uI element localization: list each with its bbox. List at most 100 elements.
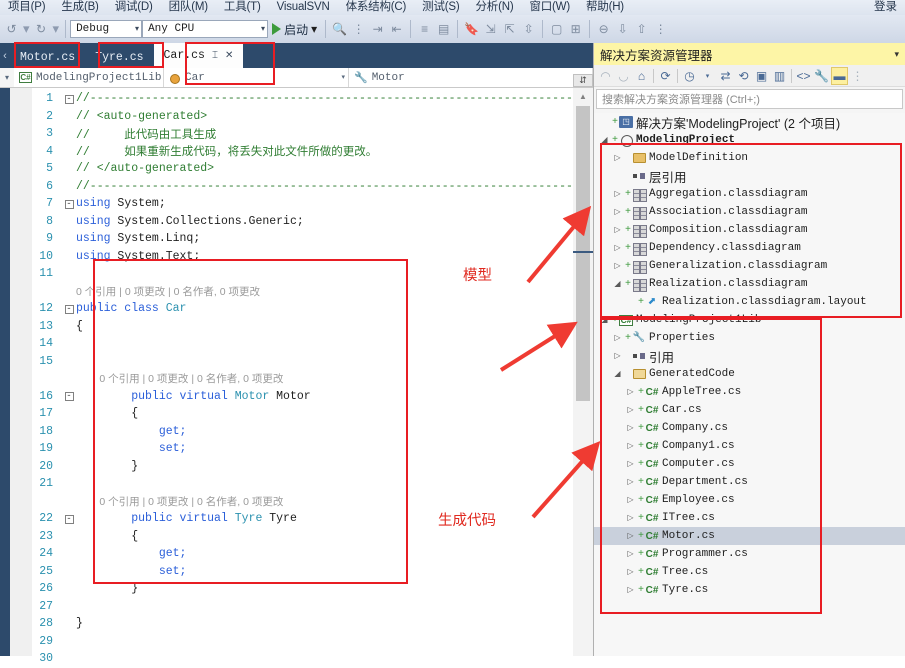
tree-node[interactable]: ◢ + Realization.classdiagram — [594, 275, 905, 293]
tree-node[interactable]: ▷ + 🔧 Properties — [594, 329, 905, 347]
expand-collapse-icon-open[interactable]: ◢ — [611, 279, 624, 289]
expand-collapse-icon-closed[interactable]: ▷ — [624, 531, 637, 541]
tree-node[interactable]: ◢ + C# ModelingProject1Lib — [594, 311, 905, 329]
tab-motor-cs[interactable]: Motor.cs — [10, 47, 86, 68]
settings-dots-icon[interactable]: ⋮ — [349, 20, 368, 39]
undo-dropdown-icon[interactable]: ▾ — [21, 21, 32, 37]
tree-node[interactable]: ▷ + Association.classdiagram — [594, 203, 905, 221]
expand-collapse-icon-closed[interactable]: ▷ — [624, 387, 637, 397]
tree-node[interactable]: ▷ + C# Programmer.cs — [594, 545, 905, 563]
sync-with-active-document-icon[interactable]: ⟳ — [657, 67, 674, 85]
comment-icon[interactable]: ▤ — [434, 20, 453, 39]
fold-toggle-icon[interactable]: - — [62, 304, 76, 314]
expand-collapse-icon-closed[interactable]: ▷ — [611, 207, 624, 217]
tree-node[interactable]: ▷ + Dependency.classdiagram — [594, 239, 905, 257]
forward-icon[interactable]: ◡ — [615, 67, 632, 85]
code-line[interactable]: 12- public class Car — [32, 300, 573, 318]
tree-node[interactable]: ▷ + Aggregation.classdiagram — [594, 185, 905, 203]
back-icon[interactable]: ◠ — [597, 67, 614, 85]
code-line[interactable]: 30 — [32, 650, 573, 668]
menu-item-window[interactable]: 窗口(W) — [521, 0, 578, 15]
expand-collapse-icon-closed[interactable]: ▷ — [624, 405, 637, 415]
tree-node[interactable]: ▷ + C# Computer.cs — [594, 455, 905, 473]
expand-collapse-icon-closed[interactable]: ▷ — [624, 423, 637, 433]
expand-collapse-icon-closed[interactable]: ▷ — [611, 261, 624, 271]
tree-node[interactable]: ▷ + Generalization.classdiagram — [594, 257, 905, 275]
member-dropdown[interactable]: 🔧 Motor ▾ — [349, 68, 593, 87]
code-line[interactable]: 6 //-------------------------------------… — [32, 178, 580, 196]
expand-collapse-icon-closed[interactable]: ▷ — [611, 333, 624, 343]
solution-explorer-search-input[interactable]: 搜索解决方案资源管理器 (Ctrl+;) — [596, 89, 903, 109]
code-line[interactable]: 2 // <auto-generated> — [32, 108, 573, 126]
code-line[interactable]: 24 get; — [32, 545, 573, 563]
collapse-all-icon[interactable]: ▣ — [753, 67, 770, 85]
build-configuration-dropdown[interactable]: Debug ▾ — [70, 20, 143, 38]
code-lens-row[interactable]: 0 个引用 | 0 项更改 | 0 名作者, 0 项更改 — [32, 283, 573, 301]
code-lens-text[interactable]: 0 个引用 | 0 项更改 | 0 名作者, 0 项更改 — [76, 286, 260, 298]
sign-in-button[interactable]: 登录 — [874, 0, 897, 15]
tree-node[interactable]: ▷ + C# Employee.cs — [594, 491, 905, 509]
tab-car-cs[interactable]: Car.cs ⌶ ✕ — [153, 43, 244, 68]
zoom-out-icon[interactable]: ⊖ — [594, 20, 613, 39]
expand-collapse-icon-open[interactable]: ◢ — [598, 135, 611, 145]
code-line[interactable]: 7- using System; — [32, 195, 573, 213]
code-line[interactable]: 19 set; — [32, 440, 573, 458]
expand-collapse-icon-open[interactable]: ◢ — [611, 369, 624, 379]
code-line[interactable]: 10 using System.Text; — [32, 248, 573, 266]
down-arrow-icon[interactable]: ⇩ — [613, 20, 632, 39]
toolbar-overflow-icon[interactable]: ⋮ — [651, 20, 670, 39]
menu-item-tools[interactable]: 工具(T) — [216, 0, 269, 15]
menu-item-analyze[interactable]: 分析(N) — [467, 0, 521, 15]
scrollbar-thumb[interactable] — [576, 106, 590, 401]
tree-node[interactable]: ◢ GeneratedCode — [594, 365, 905, 383]
editor-splitter-handle[interactable]: ⇵ — [573, 74, 593, 87]
pin-icon[interactable]: ⌶ — [212, 50, 218, 62]
close-icon[interactable]: ✕ — [225, 50, 233, 62]
menu-item-architecture[interactable]: 体系结构(C) — [338, 0, 415, 15]
expand-collapse-icon-closed[interactable]: ▷ — [624, 441, 637, 451]
bookmark-icon[interactable]: 🔖 — [462, 20, 481, 39]
expand-collapse-icon-closed[interactable]: ▷ — [624, 513, 637, 523]
code-line[interactable]: 14 — [32, 335, 573, 353]
code-lens-row[interactable]: 0 个引用 | 0 项更改 | 0 名作者, 0 项更改 — [32, 493, 573, 511]
tree-node[interactable]: ▷ + Composition.classdiagram — [594, 221, 905, 239]
menu-item-visualsvn[interactable]: VisualSVN — [269, 0, 338, 15]
code-lines-container[interactable]: 1-//------------------------------------… — [32, 90, 580, 665]
up-arrow-icon[interactable]: ⇧ — [632, 20, 651, 39]
code-line[interactable]: 26 } — [32, 580, 573, 598]
scroll-up-icon[interactable]: ▲ — [573, 88, 593, 104]
menu-item-build[interactable]: 生成(B) — [53, 0, 106, 15]
namespace-dropdown[interactable]: C# ModelingProject1Lib ▾ — [14, 68, 174, 87]
code-line[interactable]: 3 // 此代码由工具生成 — [32, 125, 573, 143]
build-platform-dropdown[interactable]: Any CPU ▾ — [142, 20, 269, 38]
code-line[interactable]: 20 } — [32, 458, 573, 476]
swap-icon[interactable]: ⇄ — [717, 67, 734, 85]
tree-node[interactable]: ▷ + C# Company1.cs — [594, 437, 905, 455]
code-line[interactable]: 1-//------------------------------------… — [32, 90, 580, 108]
expand-collapse-icon-closed[interactable]: ▷ — [611, 153, 624, 163]
expand-collapse-icon-open[interactable]: ◢ — [598, 315, 611, 325]
more-icon[interactable]: ⋮ — [849, 67, 866, 85]
expand-collapse-icon-closed[interactable]: ▷ — [624, 459, 637, 469]
redo-icon[interactable]: ↻ — [32, 20, 51, 39]
expand-collapse-icon-closed[interactable]: ▷ — [624, 585, 637, 595]
tree-node[interactable]: + ◳ 解决方案'ModelingProject' (2 个项目) — [594, 113, 905, 131]
home-icon[interactable]: ⌂ — [633, 67, 650, 85]
editor-vertical-scrollbar[interactable]: ⇵ ▲ — [573, 74, 593, 656]
start-debug-button[interactable]: 启动 ▾ — [268, 21, 321, 38]
preview-selected-items-icon[interactable]: ▬ — [831, 66, 848, 85]
expand-collapse-icon-closed[interactable]: ▷ — [624, 477, 637, 487]
code-line[interactable]: 13 { — [32, 318, 573, 336]
tree-node[interactable]: ◢ + ModelingProject — [594, 131, 905, 149]
menu-item-project[interactable]: 项目(P) — [0, 0, 53, 15]
tree-node[interactable]: ▷ + C# Car.cs — [594, 401, 905, 419]
fold-toggle-icon[interactable]: - — [62, 94, 76, 104]
chevron-down-icon[interactable]: ▾ — [699, 67, 716, 85]
type-dropdown[interactable]: Car ▾ — [164, 68, 349, 87]
expand-collapse-icon-closed[interactable]: ▷ — [611, 243, 624, 253]
tree-node[interactable]: ▷ + C# Tree.cs — [594, 563, 905, 581]
new-window-icon[interactable]: ▢ — [547, 20, 566, 39]
toolbox-icon[interactable]: ⊞ — [566, 20, 585, 39]
code-line[interactable]: 4 // 如果重新生成代码，将丢失对此文件所做的更改。 — [32, 143, 573, 161]
code-lens-row[interactable]: 0 个引用 | 0 项更改 | 0 名作者, 0 项更改 — [32, 370, 573, 388]
